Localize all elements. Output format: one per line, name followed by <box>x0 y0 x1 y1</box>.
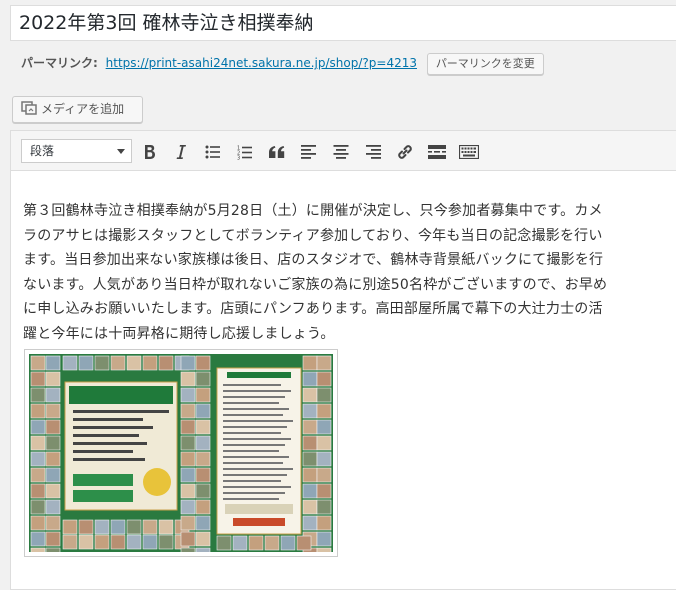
add-media-label: メディアを追加 <box>41 102 125 116</box>
read-more-button[interactable] <box>424 139 450 165</box>
italic-icon <box>176 145 186 159</box>
flyer-image[interactable] <box>24 349 338 557</box>
align-right-icon <box>366 145 381 159</box>
change-permalink-button[interactable]: パーマリンクを変更 <box>426 52 544 75</box>
post-title-input[interactable]: 2022年第3回 確林寺泣き相撲奉納 <box>10 5 676 41</box>
insert-link-button[interactable] <box>392 139 418 165</box>
link-icon <box>398 145 412 159</box>
permalink-url-link[interactable]: https://print-asahi24net.sakura.ne.jp/sh… <box>106 56 417 70</box>
editor-frame: 段落 1 2 3 第３回鶴林寺泣き相撲奉納が5月28日（土）に開催が決定し、只今… <box>10 130 676 590</box>
format-select[interactable]: 段落 <box>21 139 132 163</box>
content-paragraph: 第３回鶴林寺泣き相撲奉納が5月28日（土）に開催が決定し、只今参加者募集中です。… <box>23 203 608 342</box>
bold-icon <box>145 145 155 159</box>
keyboard-icon <box>459 145 479 159</box>
post-content-editor[interactable]: 第３回鶴林寺泣き相撲奉納が5月28日（土）に開催が決定し、只今参加者募集中です。… <box>23 199 613 346</box>
media-icon <box>21 99 37 115</box>
align-right-button[interactable] <box>360 139 386 165</box>
editor-toolbar: 段落 1 2 3 <box>11 131 676 171</box>
numbered-list-button[interactable]: 1 2 3 <box>232 139 258 165</box>
bulleted-list-button[interactable] <box>200 139 226 165</box>
svg-text:3: 3 <box>237 155 240 160</box>
add-media-button[interactable]: メディアを追加 <box>12 96 143 123</box>
read-more-icon <box>428 145 446 159</box>
align-center-icon <box>333 145 349 159</box>
flyer-picture <box>29 354 333 552</box>
numbered-list-icon: 1 2 3 <box>237 145 252 160</box>
permalink-row: パーマリンク: https://print-asahi24net.sakura.… <box>21 51 544 75</box>
italic-button[interactable] <box>168 139 194 165</box>
align-left-button[interactable] <box>296 139 322 165</box>
toolbar-toggle-button[interactable] <box>456 139 482 165</box>
chevron-down-icon <box>117 149 125 154</box>
align-center-button[interactable] <box>328 139 354 165</box>
permalink-label: パーマリンク: <box>21 56 98 70</box>
format-select-value: 段落 <box>30 144 55 158</box>
blockquote-button[interactable] <box>264 139 290 165</box>
align-left-icon <box>301 145 316 159</box>
bulleted-list-icon <box>205 145 220 159</box>
quote-icon <box>269 146 285 158</box>
bold-button[interactable] <box>137 139 163 165</box>
